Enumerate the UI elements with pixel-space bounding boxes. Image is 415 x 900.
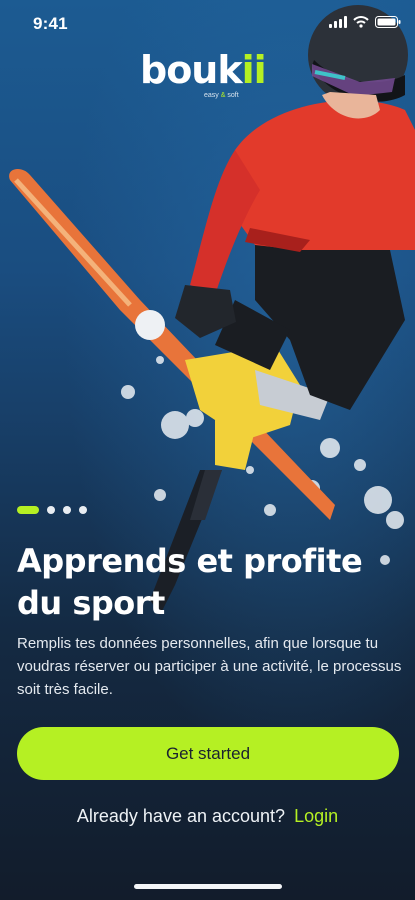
- get-started-button[interactable]: Get started: [17, 727, 399, 780]
- brand-wordmark: boukii: [140, 48, 267, 92]
- onboarding-description: Remplis tes données personnelles, afin q…: [17, 635, 402, 698]
- status-icons: [329, 16, 401, 28]
- wifi-icon: [353, 16, 369, 28]
- brand-tagline: easy & soft: [204, 92, 239, 99]
- status-time: 9:41: [33, 14, 68, 33]
- signal-icon: [329, 16, 347, 28]
- onboarding-headline: Apprends et profite du sport: [17, 542, 363, 622]
- account-prompt: Already have an account?: [76, 806, 286, 826]
- pager-dot[interactable]: [79, 506, 87, 514]
- battery-icon: [375, 16, 401, 28]
- pager-dot[interactable]: [47, 506, 55, 514]
- login-link[interactable]: Login: [294, 806, 338, 826]
- login-row: Already have an account? Login: [0, 806, 415, 827]
- pager-dot-active[interactable]: [17, 506, 39, 514]
- brand-logo: boukii easy & soft: [140, 48, 280, 99]
- pager-dot[interactable]: [63, 506, 71, 514]
- home-indicator[interactable]: [134, 884, 282, 889]
- onboarding-pager: [17, 506, 87, 514]
